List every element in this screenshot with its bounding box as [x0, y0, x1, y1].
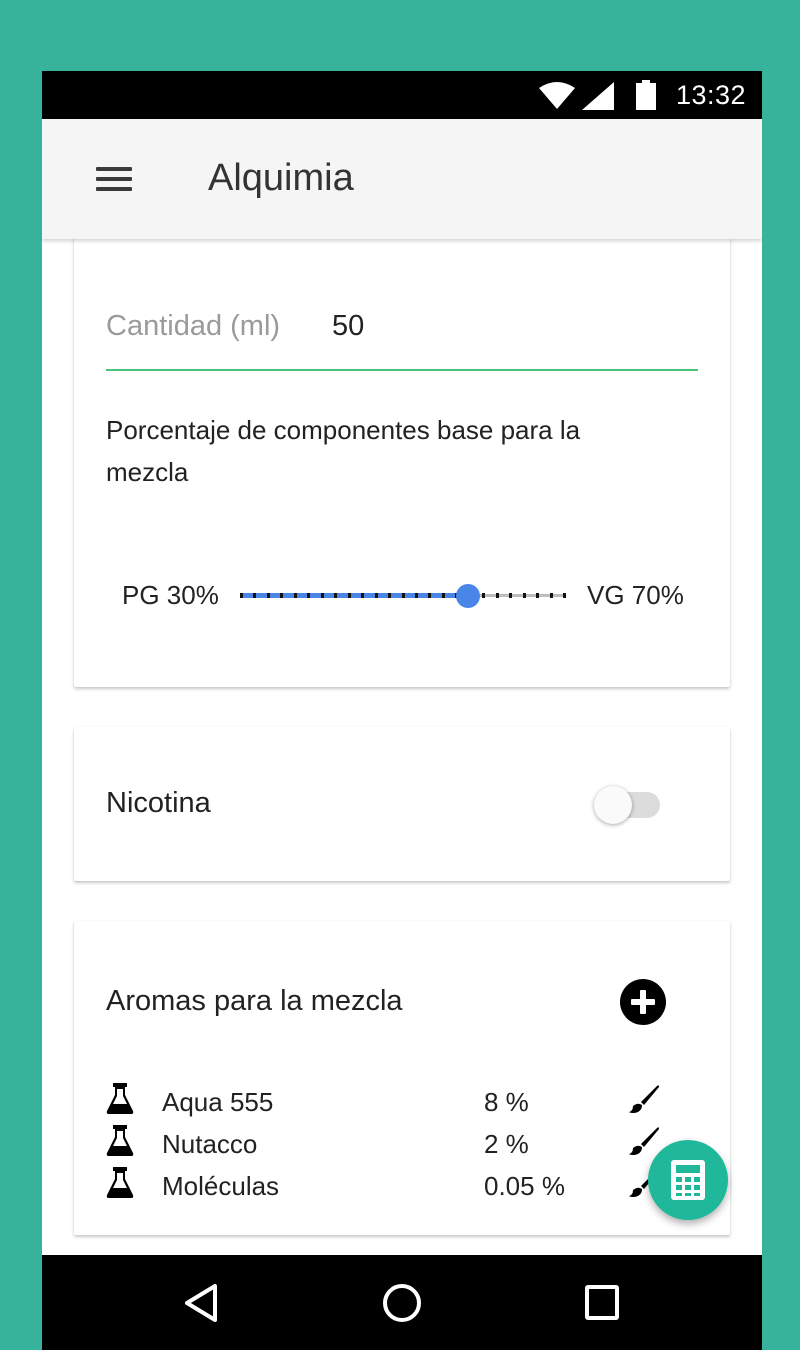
aroma-name: Moléculas	[162, 1171, 280, 1201]
main-content: Cantidad (ml) 50 Porcentaje de component…	[42, 231, 762, 1255]
slider-tick	[402, 593, 405, 598]
slider-tick	[415, 593, 418, 598]
brush-icon[interactable]	[628, 1125, 660, 1157]
slider-tick	[496, 593, 499, 598]
aromas-card: Aromas para la mezcla Aqua 555 8 % Nutac…	[74, 921, 730, 1235]
aroma-row: Moléculas 0.05 %	[106, 1167, 698, 1207]
quantity-input[interactable]: 50	[332, 310, 364, 343]
slider-tick	[442, 593, 445, 598]
base-mix-card: Cantidad (ml) 50 Porcentaje de component…	[74, 231, 730, 687]
slider-tick	[280, 593, 283, 598]
quantity-underline	[106, 369, 698, 371]
slider-tick	[428, 593, 431, 598]
slider-tick	[321, 593, 324, 598]
recents-icon[interactable]	[582, 1282, 622, 1324]
slider-tick	[294, 593, 297, 598]
slider-tick	[307, 593, 310, 598]
status-time: 13:32	[676, 80, 747, 110]
slider-tick	[361, 593, 364, 598]
battery-icon	[636, 80, 656, 110]
quantity-label: Cantidad (ml)	[106, 310, 281, 342]
brush-icon[interactable]	[628, 1083, 660, 1115]
nicotine-toggle[interactable]	[594, 785, 666, 825]
aroma-name: Aqua 555	[162, 1087, 274, 1117]
vg-label: VG 70%	[587, 580, 684, 610]
nicotine-card: Nicotina	[74, 727, 730, 881]
aroma-percent: 2 %	[484, 1129, 529, 1159]
aroma-name: Nutacco	[162, 1129, 258, 1159]
nicotine-label: Nicotina	[106, 787, 211, 819]
slider-tick	[253, 593, 256, 598]
app-title: Alquimia	[208, 157, 354, 199]
slider-tick	[482, 593, 485, 598]
slider-tick	[509, 593, 512, 598]
slider-tick	[348, 593, 351, 598]
wifi-icon	[539, 82, 575, 109]
slider-tick	[388, 593, 391, 598]
slider-tick	[563, 593, 566, 598]
calculate-fab[interactable]	[648, 1140, 728, 1220]
app-bar: Alquimia	[42, 119, 762, 239]
menu-icon[interactable]	[94, 165, 134, 193]
flask-icon	[106, 1125, 134, 1156]
pg-vg-slider[interactable]	[240, 581, 566, 611]
slider-tick	[523, 593, 526, 598]
pg-label: PG 30%	[122, 580, 219, 610]
slider-ticks	[240, 593, 566, 598]
slider-tick	[550, 593, 553, 598]
home-icon[interactable]	[382, 1282, 422, 1324]
add-aroma-button[interactable]	[620, 979, 666, 1025]
aroma-percent: 0.05 %	[484, 1171, 565, 1201]
status-bar: 13:32	[42, 71, 762, 119]
slider-tick	[375, 593, 378, 598]
calculator-icon	[671, 1160, 705, 1200]
flask-icon	[106, 1083, 134, 1114]
app-screen: 13:32 Alquimia Cantidad (ml) 50 Porcenta…	[42, 71, 762, 1350]
aroma-row: Nutacco 2 %	[106, 1125, 698, 1165]
aromas-title: Aromas para la mezcla	[106, 985, 403, 1017]
flask-icon	[106, 1167, 134, 1198]
slider-tick	[536, 593, 539, 598]
slider-tick	[334, 593, 337, 598]
aroma-percent: 8 %	[484, 1087, 529, 1117]
slider-tick	[240, 593, 243, 598]
signal-icon	[582, 82, 614, 110]
back-icon[interactable]	[182, 1282, 222, 1324]
navigation-bar	[42, 1255, 762, 1350]
base-mix-description: Porcentaje de componentes base para la m…	[106, 415, 581, 487]
toggle-knob	[594, 786, 632, 824]
aroma-row: Aqua 555 8 %	[106, 1083, 698, 1123]
slider-tick	[267, 593, 270, 598]
slider-thumb[interactable]	[456, 584, 480, 608]
